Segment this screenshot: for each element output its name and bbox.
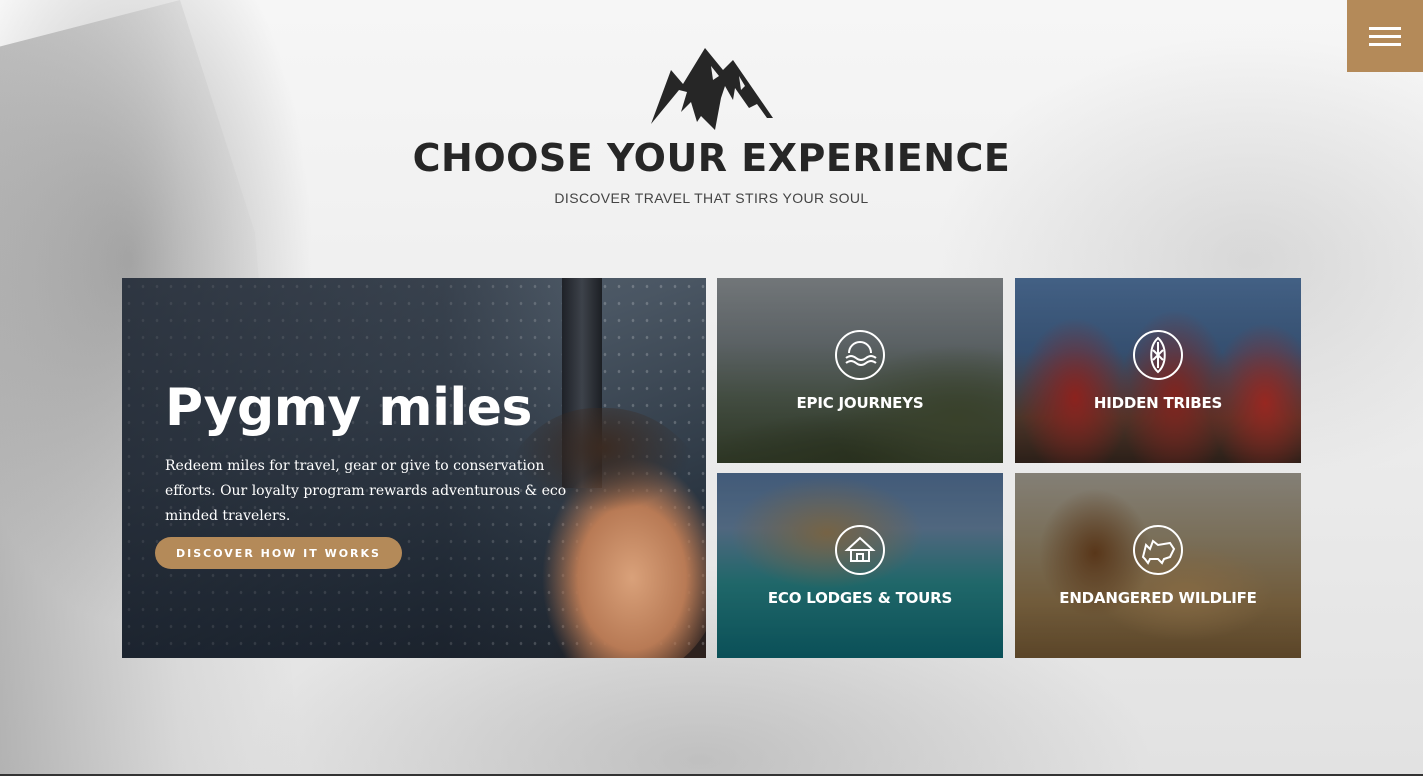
tile-label: ENDANGERED WILDLIFE: [1059, 589, 1257, 607]
tile-label: EPIC JOURNEYS: [796, 394, 924, 412]
feature-card-pygmy-miles: Pygmy miles Redeem miles for travel, gea…: [122, 278, 706, 658]
rhino-icon: [1133, 525, 1183, 575]
page-title: CHOOSE YOUR EXPERIENCE: [412, 136, 1011, 180]
feature-description: Redeem miles for travel, gear or give to…: [165, 458, 567, 524]
mountain-logo-icon: [650, 48, 773, 130]
hero-header: CHOOSE YOUR EXPERIENCE DISCOVER TRAVEL T…: [0, 46, 1423, 206]
hut-icon: [835, 525, 885, 575]
tribal-shield-icon: [1133, 330, 1183, 380]
tile-hidden-tribes[interactable]: HIDDEN TRIBES: [1015, 278, 1301, 463]
tile-eco-lodges-tours[interactable]: ECO LODGES & TOURS: [717, 473, 1003, 658]
tile-endangered-wildlife[interactable]: ENDANGERED WILDLIFE: [1015, 473, 1301, 658]
tile-epic-journeys[interactable]: EPIC JOURNEYS: [717, 278, 1003, 463]
tile-label: HIDDEN TRIBES: [1093, 394, 1223, 412]
discover-how-it-works-button[interactable]: DISCOVER HOW IT WORKS: [155, 537, 402, 569]
feature-title: Pygmy miles: [165, 378, 532, 438]
page-subtitle: DISCOVER TRAVEL THAT STIRS YOUR SOUL: [554, 190, 869, 206]
feature-content: Pygmy miles Redeem miles for travel, gea…: [165, 378, 595, 529]
waves-sun-icon: [835, 330, 885, 380]
tile-label: ECO LODGES & TOURS: [767, 589, 953, 607]
